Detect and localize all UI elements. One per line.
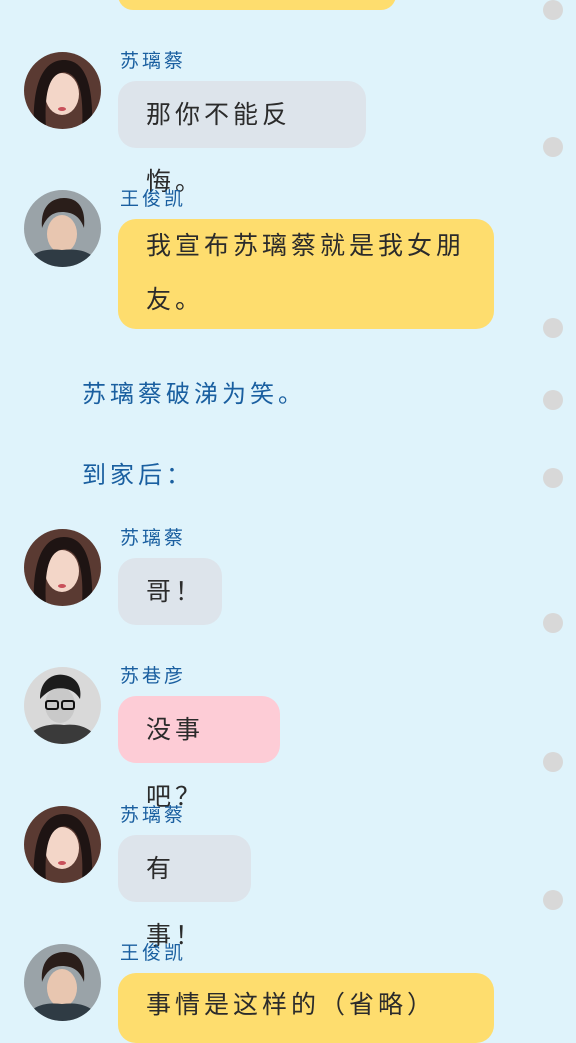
timeline-dot: [543, 0, 563, 20]
message-bubble[interactable]: 事情是这样的（省略）: [118, 973, 494, 1043]
timeline-dot: [543, 137, 563, 157]
sender-name: 苏璃蔡: [120, 527, 187, 549]
girl-avatar-icon[interactable]: [24, 52, 101, 129]
sender-name: 王俊凯: [120, 942, 187, 964]
sender-name: 王俊凯: [120, 188, 187, 210]
girl-avatar-icon[interactable]: [24, 806, 101, 883]
sender-name: 苏璃蔡: [120, 50, 187, 72]
sender-name: 苏璃蔡: [120, 804, 187, 826]
message-text: 没事吧？: [146, 715, 205, 811]
message-bubble-previous: [118, 0, 396, 10]
message-text-line: 我宣布苏璃蔡就是我女朋: [146, 231, 466, 260]
message-text: 哥！: [146, 577, 205, 606]
boy-avatar-icon[interactable]: [24, 190, 101, 267]
message-bubble[interactable]: 没事吧？: [118, 696, 280, 811]
message-text: 事情是这样的（省略）: [146, 990, 437, 1019]
message-bubble[interactable]: 哥！: [118, 558, 222, 625]
message-text: 那你不能反悔。: [146, 100, 292, 196]
timeline-dot: [543, 390, 563, 410]
boy-avatar-icon[interactable]: [24, 944, 101, 1021]
message-bubble[interactable]: 那你不能反悔。: [118, 81, 366, 196]
timeline-dot: [543, 752, 563, 772]
narration-text: 苏璃蔡破涕为笑。: [82, 380, 306, 408]
message-bubble[interactable]: 有事！: [118, 835, 251, 950]
message-text: 有事！: [146, 854, 205, 950]
message-bubble[interactable]: 我宣布苏璃蔡就是我女朋 友。: [118, 219, 494, 329]
narration-text: 到家后：: [82, 461, 194, 489]
timeline-dot: [543, 468, 563, 488]
timeline-dot: [543, 318, 563, 338]
timeline-dot: [543, 613, 563, 633]
sender-name: 苏巷彦: [120, 665, 187, 687]
brother-avatar-icon[interactable]: [24, 667, 101, 744]
message-text-line: 友。: [146, 285, 205, 314]
girl-avatar-icon[interactable]: [24, 529, 101, 606]
timeline-dot: [543, 890, 563, 910]
